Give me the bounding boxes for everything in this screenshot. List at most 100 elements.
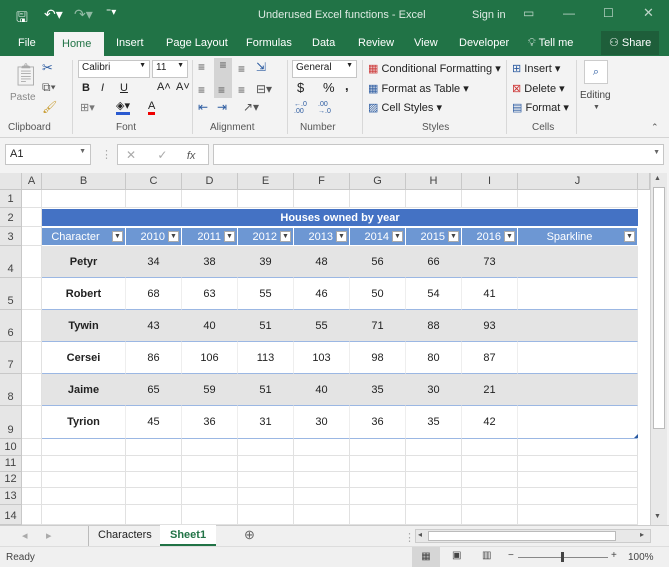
column-header-k[interactable]: [638, 173, 650, 190]
character-name-cell[interactable]: Tyrion: [42, 406, 126, 439]
new-sheet-icon[interactable]: ⊕: [244, 527, 255, 543]
row-header-8[interactable]: 8: [0, 374, 22, 406]
table-header-cell[interactable]: 2012 ▼: [238, 228, 293, 245]
bold-button[interactable]: B: [82, 82, 90, 94]
row-header-2[interactable]: 2: [0, 208, 22, 227]
value-cell[interactable]: 73: [462, 246, 518, 278]
italic-button[interactable]: I: [101, 82, 104, 94]
filter-dropdown-icon[interactable]: ▼: [224, 231, 235, 242]
format-as-table-button[interactable]: ▦ Format as Table ▾: [368, 82, 469, 95]
cell[interactable]: [126, 488, 182, 505]
tab-review[interactable]: Review: [350, 30, 402, 56]
cell[interactable]: [182, 505, 238, 525]
conditional-formatting-button[interactable]: ▦ Conditional Formatting ▾: [368, 62, 501, 75]
filter-dropdown-icon[interactable]: ▼: [392, 231, 403, 242]
customize-qat-icon[interactable]: ⁼▾: [106, 7, 116, 18]
value-cell[interactable]: 55: [238, 278, 294, 310]
value-cell[interactable]: 40: [294, 374, 350, 406]
cell[interactable]: [238, 505, 294, 525]
format-cells-button[interactable]: ▤ Format ▾: [512, 101, 569, 114]
cell[interactable]: [406, 505, 462, 525]
table-header-cell[interactable]: 2013 ▼: [294, 228, 349, 245]
cell[interactable]: [238, 439, 294, 456]
decrease-decimal-button[interactable]: .00 →.0: [318, 101, 340, 115]
cell[interactable]: [350, 190, 406, 208]
table-header-cell[interactable]: 2014 ▼: [350, 228, 405, 245]
decrease-indent-icon[interactable]: ⇤: [198, 100, 208, 114]
tab-developer[interactable]: Developer: [451, 30, 517, 56]
row-header-6[interactable]: 6: [0, 310, 22, 342]
cell[interactable]: [42, 190, 126, 208]
cell-styles-button[interactable]: ▨ Cell Styles ▾: [368, 101, 442, 114]
value-cell[interactable]: 31: [238, 406, 294, 439]
borders-icon[interactable]: ⊞▾: [80, 101, 95, 114]
cell[interactable]: [518, 472, 638, 488]
table-header-cell[interactable]: 2010 ▼: [126, 228, 181, 245]
value-cell[interactable]: 34: [126, 246, 182, 278]
font-color-button[interactable]: A: [148, 100, 156, 115]
cell[interactable]: [22, 505, 42, 525]
value-cell[interactable]: 42: [462, 406, 518, 439]
cell[interactable]: [462, 439, 518, 456]
cell[interactable]: [238, 456, 294, 472]
search-icon[interactable]: ⌕: [584, 60, 608, 84]
value-cell[interactable]: 41: [462, 278, 518, 310]
cell[interactable]: [182, 456, 238, 472]
maximize-icon[interactable]: ☐: [603, 6, 614, 20]
row-header-12[interactable]: 12: [0, 472, 22, 488]
row-header-5[interactable]: 5: [0, 278, 22, 310]
value-cell[interactable]: 45: [126, 406, 182, 439]
increase-decimal-button[interactable]: ←.0 .00: [294, 101, 316, 115]
value-cell[interactable]: 36: [182, 406, 238, 439]
character-name-cell[interactable]: Tywin: [42, 310, 126, 342]
normal-view-icon[interactable]: ▦: [412, 547, 440, 567]
filter-dropdown-icon[interactable]: ▼: [168, 231, 179, 242]
value-cell[interactable]: 59: [182, 374, 238, 406]
row-header-3[interactable]: 3: [0, 227, 22, 246]
name-box[interactable]: A1 ▼: [5, 144, 91, 165]
enter-button[interactable]: ✓: [157, 148, 167, 162]
cell[interactable]: [238, 488, 294, 505]
cell[interactable]: [518, 488, 638, 505]
minimize-icon[interactable]: —: [563, 6, 575, 20]
cell[interactable]: [22, 208, 42, 227]
value-cell[interactable]: 93: [462, 310, 518, 342]
font-name-select[interactable]: Calibri ▼: [78, 60, 150, 78]
cell[interactable]: [462, 190, 518, 208]
cell[interactable]: [182, 439, 238, 456]
align-right-icon[interactable]: ≡: [238, 83, 245, 97]
cell[interactable]: [294, 190, 350, 208]
cell[interactable]: [406, 488, 462, 505]
sparkline-cell[interactable]: [518, 374, 638, 406]
cell[interactable]: [22, 472, 42, 488]
value-cell[interactable]: 46: [294, 278, 350, 310]
value-cell[interactable]: 71: [350, 310, 406, 342]
cell[interactable]: [294, 456, 350, 472]
cell[interactable]: [22, 406, 42, 439]
character-name-cell[interactable]: Petyr: [42, 246, 126, 278]
cell[interactable]: [350, 505, 406, 525]
cell[interactable]: [518, 190, 638, 208]
scroll-up-icon[interactable]: ▲: [654, 175, 661, 182]
tab-file[interactable]: File: [10, 30, 44, 56]
bottom-align-icon[interactable]: ≡: [238, 62, 245, 76]
value-cell[interactable]: 56: [350, 246, 406, 278]
cell[interactable]: [42, 472, 126, 488]
cell[interactable]: [126, 439, 182, 456]
top-align-icon[interactable]: ≡: [198, 60, 205, 74]
underline-button[interactable]: U: [120, 82, 128, 94]
cell[interactable]: [22, 374, 42, 406]
row-header-13[interactable]: 13: [0, 488, 22, 505]
value-cell[interactable]: 35: [350, 374, 406, 406]
cell[interactable]: [294, 472, 350, 488]
filter-dropdown-icon[interactable]: ▼: [280, 231, 291, 242]
insert-cells-button[interactable]: ⊞ Insert ▾: [512, 62, 560, 75]
prev-sheet-icon[interactable]: ◂: [22, 529, 28, 542]
format-painter-icon[interactable]: 🖌︎: [42, 100, 57, 114]
cell[interactable]: [22, 246, 42, 278]
value-cell[interactable]: 36: [350, 406, 406, 439]
scrollbar-thumb[interactable]: [653, 187, 665, 429]
zoom-level[interactable]: 100%: [628, 552, 654, 563]
collapse-ribbon-icon[interactable]: ⌃: [651, 122, 659, 133]
cell[interactable]: [462, 456, 518, 472]
